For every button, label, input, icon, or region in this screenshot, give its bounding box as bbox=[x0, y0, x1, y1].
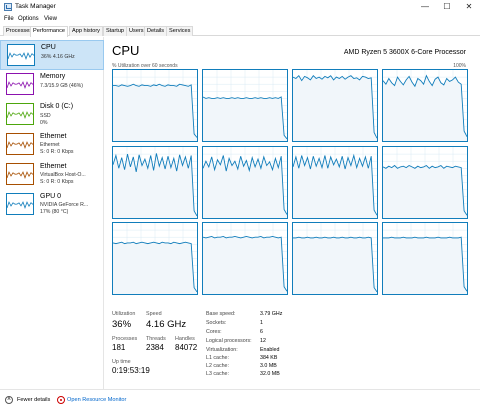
spec-label: L2 cache: bbox=[206, 363, 229, 369]
sidebar-item-detail: VirtualBox Host-O... bbox=[40, 172, 86, 178]
sidebar-item-cpu[interactable]: CPU 36% 4.16 GHz bbox=[0, 40, 104, 70]
sidebar-item-disk[interactable]: Disk 0 (C:) SSD 0% bbox=[0, 100, 104, 130]
spec-value: 12 bbox=[260, 338, 266, 344]
logical-processor-graph-4 bbox=[112, 145, 198, 219]
speed-value: 4.16 GHz bbox=[146, 319, 187, 330]
logical-processor-graph-11 bbox=[382, 222, 468, 295]
sidebar-item-detail: Ethernet bbox=[40, 142, 60, 148]
logical-processor-graph-0 bbox=[112, 69, 198, 142]
spec-value: 1 bbox=[260, 320, 263, 326]
open-resource-monitor-link[interactable]: Open Resource Monitor bbox=[67, 397, 126, 403]
logical-processor-graph-2 bbox=[292, 69, 378, 142]
ethernet-thumbnail-graph bbox=[6, 163, 34, 185]
spec-label: Logical processors: bbox=[206, 338, 252, 344]
threads-value: 2384 bbox=[146, 343, 164, 352]
spec-label: Cores: bbox=[206, 329, 222, 335]
logical-processor-graph-6 bbox=[292, 145, 378, 219]
sidebar-item-name: Ethernet bbox=[40, 133, 67, 140]
menu-file[interactable]: File bbox=[4, 16, 14, 22]
sidebar-item-name: Disk 0 (C:) bbox=[40, 103, 74, 110]
spec-label: Base speed: bbox=[206, 311, 236, 317]
logical-processor-graphs[interactable] bbox=[112, 69, 468, 295]
chevron-up-icon[interactable]: ˄ bbox=[5, 396, 13, 404]
task-manager-icon bbox=[4, 3, 12, 11]
cpu-model-name: AMD Ryzen 5 3600X 6-Core Processor bbox=[343, 49, 466, 56]
tab-details[interactable]: Details bbox=[144, 26, 168, 36]
sidebar-item-detail: NVIDIA GeForce R... bbox=[40, 202, 89, 208]
menu-view[interactable]: View bbox=[44, 16, 57, 22]
spec-value: 384 KB bbox=[260, 355, 278, 361]
sidebar-item-detail-2: S: 0 R: 0 Kbps bbox=[40, 149, 74, 155]
utilization-label: Utilization bbox=[112, 311, 136, 317]
spec-value: 3.79 GHz bbox=[260, 311, 283, 317]
logical-processor-graph-1 bbox=[202, 69, 288, 142]
menu-options[interactable]: Options bbox=[18, 16, 39, 22]
sidebar-item-name: Ethernet bbox=[40, 163, 67, 170]
tab-bar: Processes Performance App history Startu… bbox=[0, 25, 480, 37]
sidebar-item-memory[interactable]: Memory 7.3/15.9 GB (46%) bbox=[0, 70, 104, 100]
spec-label: Sockets: bbox=[206, 320, 227, 326]
fewer-details-link[interactable]: Fewer details bbox=[17, 397, 50, 403]
sidebar-item-name: Memory bbox=[40, 73, 66, 80]
page-title: CPU bbox=[112, 43, 140, 58]
sidebar-item-detail-2: 17% (80 °C) bbox=[40, 209, 69, 215]
utilization-value: 36% bbox=[112, 319, 132, 330]
handles-label: Handles bbox=[175, 336, 195, 342]
resource-sidebar: CPU 36% 4.16 GHz Memory 7.3/15.9 GB (46%… bbox=[0, 37, 104, 389]
resource-monitor-icon[interactable] bbox=[57, 396, 65, 404]
ethernet-thumbnail-graph bbox=[6, 133, 34, 155]
footer: ˄ Fewer details Open Resource Monitor bbox=[0, 389, 480, 411]
minimize-icon[interactable]: — bbox=[414, 0, 436, 14]
disk-thumbnail-graph bbox=[6, 103, 34, 125]
uptime-value: 0:19:53:19 bbox=[112, 366, 150, 375]
tab-services[interactable]: Services bbox=[166, 26, 194, 36]
handles-value: 84072 bbox=[175, 343, 198, 352]
logical-processor-graph-7 bbox=[382, 145, 468, 219]
processes-value: 181 bbox=[112, 343, 126, 352]
window-title: Task Manager bbox=[15, 3, 56, 10]
sidebar-item-detail-2: S: 0 R: 0 Kbps bbox=[40, 179, 74, 185]
cpu-thumbnail-graph bbox=[7, 44, 35, 66]
sidebar-item-detail-2: 0% bbox=[40, 120, 48, 126]
logical-processor-graph-8 bbox=[112, 222, 198, 295]
sidebar-item-gpu[interactable]: GPU 0 NVIDIA GeForce R... 17% (80 °C) bbox=[0, 190, 104, 220]
spec-label: L1 cache: bbox=[206, 355, 229, 361]
logical-processor-graph-5 bbox=[202, 145, 288, 219]
gpu-thumbnail-graph bbox=[6, 193, 34, 215]
spec-value: 3.0 MB bbox=[260, 363, 277, 369]
sidebar-item-name: CPU bbox=[41, 44, 56, 51]
sidebar-item-ethernet[interactable]: Ethernet Ethernet S: 0 R: 0 Kbps bbox=[0, 130, 104, 160]
sidebar-item-detail: SSD bbox=[40, 113, 51, 119]
spec-value: 32.0 MB bbox=[260, 371, 280, 377]
title-bar: Task Manager — ☐ ✕ bbox=[0, 0, 480, 14]
tab-startup[interactable]: Startup bbox=[103, 26, 128, 36]
memory-thumbnail-graph bbox=[6, 73, 34, 95]
spec-value: Enabled bbox=[260, 347, 280, 353]
logical-processor-graph-10 bbox=[292, 222, 378, 295]
tab-performance[interactable]: Performance bbox=[30, 26, 69, 37]
uptime-label: Up time bbox=[112, 359, 131, 365]
spec-value: 6 bbox=[260, 329, 263, 335]
processes-label: Processes bbox=[112, 336, 138, 342]
maximize-icon[interactable]: ☐ bbox=[436, 0, 458, 14]
speed-label: Speed bbox=[146, 311, 162, 317]
close-icon[interactable]: ✕ bbox=[458, 0, 480, 14]
sidebar-item-name: GPU 0 bbox=[40, 193, 62, 200]
menu-bar: File Options View bbox=[0, 14, 480, 25]
logical-processor-graph-3 bbox=[382, 69, 468, 142]
sidebar-item-detail: 7.3/15.9 GB (46%) bbox=[40, 83, 83, 89]
logical-processor-graph-9 bbox=[202, 222, 288, 295]
sidebar-item-ethernet-virtualbox[interactable]: Ethernet VirtualBox Host-O... S: 0 R: 0 … bbox=[0, 160, 104, 190]
tab-app-history[interactable]: App history bbox=[69, 26, 103, 36]
sidebar-item-detail: 36% 4.16 GHz bbox=[41, 54, 75, 60]
spec-label: Virtualization: bbox=[206, 347, 238, 353]
threads-label: Threads bbox=[146, 336, 166, 342]
spec-label: L3 cache: bbox=[206, 371, 229, 377]
